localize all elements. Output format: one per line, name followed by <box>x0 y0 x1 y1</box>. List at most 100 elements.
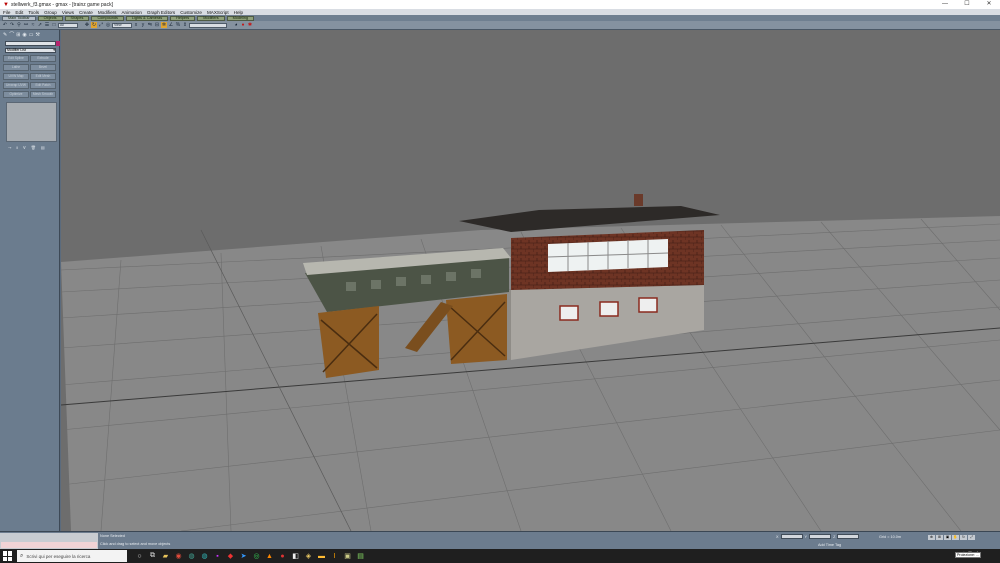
select-by-name-icon[interactable]: ☰ <box>44 22 50 28</box>
remove-modifier-icon[interactable]: 🗑 <box>31 145 36 150</box>
taskbar-search-box[interactable]: ⌕ Scrivi qui per eseguire la ricerca <box>17 550 127 562</box>
object-color-swatch[interactable] <box>56 41 60 46</box>
snap-toggle-icon[interactable]: ✲ <box>161 22 167 28</box>
modify-tab-icon[interactable]: ⌒ <box>9 31 14 38</box>
menu-group[interactable]: Group <box>44 10 57 15</box>
tab-helpers[interactable]: Helpers <box>170 15 196 21</box>
modifier-stack-list[interactable] <box>6 102 57 142</box>
zoom-icon[interactable]: ⊕ <box>928 535 935 540</box>
menu-customize[interactable]: Customize <box>180 10 202 15</box>
modifier-button-edit-spline[interactable]: Edit Spline <box>3 55 29 62</box>
modifier-button-optimize[interactable]: Optimize <box>3 91 29 98</box>
select-scale-icon[interactable]: ⤢ <box>98 22 104 28</box>
menu-create[interactable]: Create <box>79 10 93 15</box>
align-icon[interactable]: ⊟ <box>154 22 160 28</box>
tab-modeling[interactable]: Modeling <box>226 15 255 21</box>
app-icon-4[interactable]: ◆ <box>226 552 235 561</box>
redo-icon[interactable]: ↷ <box>9 22 15 28</box>
file-explorer-icon[interactable]: ▰ <box>161 552 170 561</box>
minimize-button[interactable]: — <box>934 0 956 9</box>
select-object-icon[interactable]: ➚ <box>37 22 43 28</box>
motion-tab-icon[interactable]: ◉ <box>22 32 26 38</box>
app-icon-1[interactable]: ◍ <box>187 552 196 561</box>
region-select-icon[interactable]: □ <box>51 22 57 28</box>
percent-snap-icon[interactable]: % <box>175 22 181 28</box>
quick-render-icon[interactable]: ✱ <box>247 22 253 28</box>
modifier-button-edit-mesh[interactable]: Edit Mesh <box>30 73 56 80</box>
render-icon[interactable]: ● <box>240 22 246 28</box>
bind-space-warp-icon[interactable]: ≈ <box>30 22 36 28</box>
make-unique-icon[interactable]: ∀ <box>23 145 26 150</box>
angle-snap-icon[interactable]: ∠ <box>168 22 174 28</box>
link-icon[interactable]: ⚲ <box>16 22 22 28</box>
zoom-extents-icon[interactable]: ▣ <box>944 535 951 540</box>
menu-views[interactable]: Views <box>62 10 74 15</box>
modifier-list-dropdown[interactable]: Modifier List ▾ <box>5 48 56 53</box>
select-move-icon[interactable]: ✥ <box>84 22 90 28</box>
vlc-icon[interactable]: ▲ <box>265 552 274 561</box>
menu-edit[interactable]: Edit <box>15 10 23 15</box>
tab-shapes[interactable]: Shapes <box>64 15 90 21</box>
modifier-button-uvw-map[interactable]: UVW Map <box>3 73 29 80</box>
y-coordinate-field[interactable] <box>809 534 832 539</box>
material-editor-icon[interactable]: ◕ <box>233 22 239 28</box>
pan-icon[interactable]: ✋ <box>952 535 959 540</box>
whatsapp-icon[interactable]: ◎ <box>252 552 261 561</box>
tab-objects[interactable]: Objects <box>37 15 63 21</box>
modifier-button-edit-patch[interactable]: Edit Patch <box>30 82 56 89</box>
menu-file[interactable]: File <box>3 10 10 15</box>
modifier-button-bevel[interactable]: Bevel <box>30 64 56 71</box>
configure-sets-icon[interactable]: ▤ <box>41 145 45 150</box>
menu-modifiers[interactable]: Modifiers <box>98 10 117 15</box>
menu-graph-editors[interactable]: Graph Editors <box>147 10 175 15</box>
menu-help[interactable]: Help <box>234 10 243 15</box>
hierarchy-tab-icon[interactable]: ⊞ <box>16 32 20 38</box>
cortana-icon[interactable]: ○ <box>135 552 144 561</box>
modifier-button-unwrap-uvw[interactable]: Unwrap UVW <box>3 82 29 89</box>
telegram-icon[interactable]: ➤ <box>239 552 248 561</box>
add-time-tag-button[interactable]: Add Time Tag <box>818 543 841 547</box>
menu-tools[interactable]: Tools <box>28 10 39 15</box>
tab-main-toolbar[interactable]: Main Toolbar <box>2 15 36 21</box>
app-icon-8[interactable]: ▣ <box>343 552 352 561</box>
restrict-x-icon[interactable]: x <box>133 22 139 28</box>
x-coordinate-field[interactable] <box>780 534 803 539</box>
maxscript-listener-mini[interactable] <box>0 533 98 549</box>
selection-filter-dropdown[interactable]: All <box>58 22 78 28</box>
trainz-icon[interactable]: ▬ <box>317 552 326 561</box>
z-coordinate-field[interactable] <box>837 534 860 539</box>
zoom-all-icon[interactable]: ⊞ <box>936 535 943 540</box>
task-view-icon[interactable]: ⧉ <box>148 552 157 561</box>
spinner-snap-icon[interactable]: ⇕ <box>182 22 188 28</box>
menu-animation[interactable]: Animation <box>121 10 141 15</box>
tab-modifiers[interactable]: Modifiers <box>197 15 225 21</box>
close-button[interactable]: ✕ <box>978 0 1000 9</box>
reference-coord-dropdown[interactable]: View <box>112 22 132 28</box>
utilities-tab-icon[interactable]: ⚒ <box>36 32 40 38</box>
mirror-icon[interactable]: ⇋ <box>147 22 153 28</box>
arc-rotate-icon[interactable]: ↻ <box>960 535 967 540</box>
chrome-icon[interactable]: ◉ <box>174 552 183 561</box>
app-icon-5[interactable]: ● <box>278 552 287 561</box>
select-rotate-icon[interactable]: ↻ <box>91 22 97 28</box>
pin-stack-icon[interactable]: ⊸ <box>8 145 11 150</box>
modifier-button-mesh-smooth[interactable]: Mesh Smooth <box>30 91 56 98</box>
restrict-y-icon[interactable]: y <box>140 22 146 28</box>
unlink-icon[interactable]: ⚯ <box>23 22 29 28</box>
windows-start-icon[interactable] <box>3 551 13 561</box>
modifier-button-lathe[interactable]: Lathe <box>3 64 29 71</box>
show-end-result-icon[interactable]: ‖ <box>16 145 18 150</box>
object-name-field[interactable] <box>5 41 60 46</box>
display-tab-icon[interactable]: ▭ <box>29 32 34 38</box>
menu-maxscript[interactable]: MAXScript <box>207 10 229 15</box>
maximize-viewport-icon[interactable]: ⤢ <box>968 535 975 540</box>
named-selection-dropdown[interactable] <box>189 22 227 28</box>
undo-icon[interactable]: ↶ <box>2 22 8 28</box>
tab-lights-cameras[interactable]: Lights & Cameras <box>125 15 169 21</box>
create-tab-icon[interactable]: ✎ <box>3 32 7 38</box>
pivot-center-icon[interactable]: ◎ <box>105 22 111 28</box>
app-icon-2[interactable]: ◍ <box>200 552 209 561</box>
perspective-viewport[interactable] <box>61 30 1000 531</box>
notepad-icon[interactable]: ▤ <box>356 552 365 561</box>
maximize-button[interactable]: ☐ <box>956 0 978 9</box>
